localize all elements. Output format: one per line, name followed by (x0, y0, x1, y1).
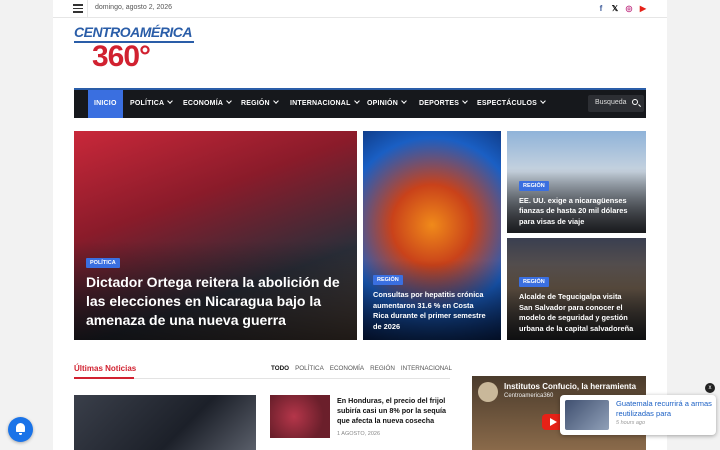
social-links: f 𝕏 ◎ ▶ (597, 3, 647, 13)
tab-region[interactable]: REGIÓN (370, 365, 395, 372)
facebook-icon[interactable]: f (597, 3, 605, 13)
category-badge[interactable]: REGIÓN (519, 277, 549, 287)
chevron-down-icon (540, 98, 546, 104)
nav-item-internacional[interactable]: INTERNACIONAL (290, 90, 360, 118)
category-badge[interactable]: POLÍTICA (86, 258, 120, 268)
notification-time: 5 hours ago (616, 420, 646, 426)
card-text: REGIÓN Alcalde de Tegucigalpa visita San… (507, 264, 646, 340)
card-text: POLÍTICA Dictador Ortega reitera la abol… (74, 241, 357, 340)
nav-item-espectaculos[interactable]: ESPECTÁCULOS (477, 90, 546, 118)
card-title[interactable]: Alcalde de Tegucigalpa visita San Salvad… (519, 292, 634, 334)
logo-text: CENTROAMÉRICA (74, 24, 192, 40)
article-date: 1 AGOSTO, 2026 (337, 431, 381, 437)
card-text: REGIÓN EE. UU. exige a nicaragüenses fia… (507, 167, 646, 233)
search-input[interactable]: Busqueda (595, 99, 627, 106)
hero-card-visas[interactable]: REGIÓN EE. UU. exige a nicaragüenses fia… (507, 131, 646, 233)
nav-item-label: REGIÓN (241, 100, 270, 107)
card-title[interactable]: Dictador Ortega reitera la abolición de … (86, 273, 345, 330)
nav-item-label: ECONOMÍA (183, 100, 224, 107)
chevron-down-icon (226, 98, 232, 104)
chevron-down-icon (401, 98, 407, 104)
heading-underline (74, 377, 134, 379)
divider (87, 0, 88, 18)
notification-title[interactable]: Guatemala recurrirá a armas reutilizadas… (616, 399, 712, 419)
category-badge[interactable]: REGIÓN (373, 275, 403, 285)
nav-item-label: INICIO (94, 100, 117, 107)
nav-item-opinion[interactable]: OPINIÓN (367, 90, 407, 118)
hero-card-main[interactable]: POLÍTICA Dictador Ortega reitera la abol… (74, 131, 357, 340)
top-bar: domingo, agosto 2, 2026 f 𝕏 ◎ ▶ (53, 0, 667, 18)
close-icon[interactable]: x (705, 383, 715, 393)
chevron-down-icon (462, 98, 468, 104)
nav-item-label: ESPECTÁCULOS (477, 100, 537, 107)
video-title[interactable]: Institutos Confucio, la herramienta (504, 382, 636, 391)
search-icon[interactable] (632, 99, 638, 105)
card-title[interactable]: Consultas por hepatitis crónica aumentar… (373, 290, 491, 332)
tab-politica[interactable]: POLÍTICA (295, 365, 324, 372)
card-text: REGIÓN Consultas por hepatitis crónica a… (363, 260, 501, 340)
filter-tabs: TODO POLÍTICA ECONOMÍA REGIÓN INTERNACIO… (271, 365, 452, 372)
card-title[interactable]: EE. UU. exige a nicaragüenses fianzas de… (519, 196, 634, 228)
x-icon[interactable]: 𝕏 (611, 3, 619, 13)
nav-item-region[interactable]: REGIÓN (241, 90, 279, 118)
nav-item-label: POLÍTICA (130, 100, 165, 107)
main-nav: INICIO POLÍTICA ECONOMÍA REGIÓN INTERNAC… (74, 88, 646, 118)
article-thumbnail[interactable] (270, 395, 330, 438)
youtube-icon[interactable]: ▶ (639, 3, 647, 13)
current-date: domingo, agosto 2, 2026 (95, 4, 173, 11)
nav-item-inicio[interactable]: INICIO (88, 90, 123, 118)
site-logo[interactable]: CENTROAMÉRICA 360° (74, 24, 196, 80)
chevron-down-icon (167, 98, 174, 104)
chevron-down-icon (353, 98, 360, 104)
nav-item-politica[interactable]: POLÍTICA (130, 90, 174, 118)
tab-economia[interactable]: ECONOMÍA (330, 365, 364, 372)
notification-popup[interactable]: Guatemala recurrirá a armas reutilizadas… (560, 395, 716, 435)
tab-todo[interactable]: TODO (271, 365, 289, 372)
article-image[interactable] (74, 395, 256, 450)
section-heading: Últimas Noticias (74, 364, 137, 373)
video-channel: Centroamerica360 (504, 393, 554, 399)
hero-card-tegucigalpa[interactable]: REGIÓN Alcalde de Tegucigalpa visita San… (507, 238, 646, 340)
category-badge[interactable]: REGIÓN (519, 180, 549, 191)
channel-avatar (478, 382, 498, 402)
article-title[interactable]: En Honduras, el precio del frijol subirí… (337, 396, 449, 426)
logo-number: 360° (92, 40, 151, 73)
nav-item-deportes[interactable]: DEPORTES (419, 90, 468, 118)
bell-icon[interactable] (8, 417, 33, 442)
hero-card-health[interactable]: REGIÓN Consultas por hepatitis crónica a… (363, 131, 501, 340)
tab-internacional[interactable]: INTERNACIONAL (401, 365, 452, 372)
instagram-icon[interactable]: ◎ (625, 3, 633, 13)
chevron-down-icon (272, 98, 279, 104)
notification-image (565, 400, 609, 430)
search-box[interactable]: Busqueda (588, 95, 644, 112)
nav-item-label: OPINIÓN (367, 100, 398, 107)
menu-icon[interactable] (73, 4, 83, 13)
nav-item-economia[interactable]: ECONOMÍA (183, 90, 232, 118)
nav-item-label: DEPORTES (419, 100, 460, 107)
nav-item-label: INTERNACIONAL (290, 100, 351, 107)
